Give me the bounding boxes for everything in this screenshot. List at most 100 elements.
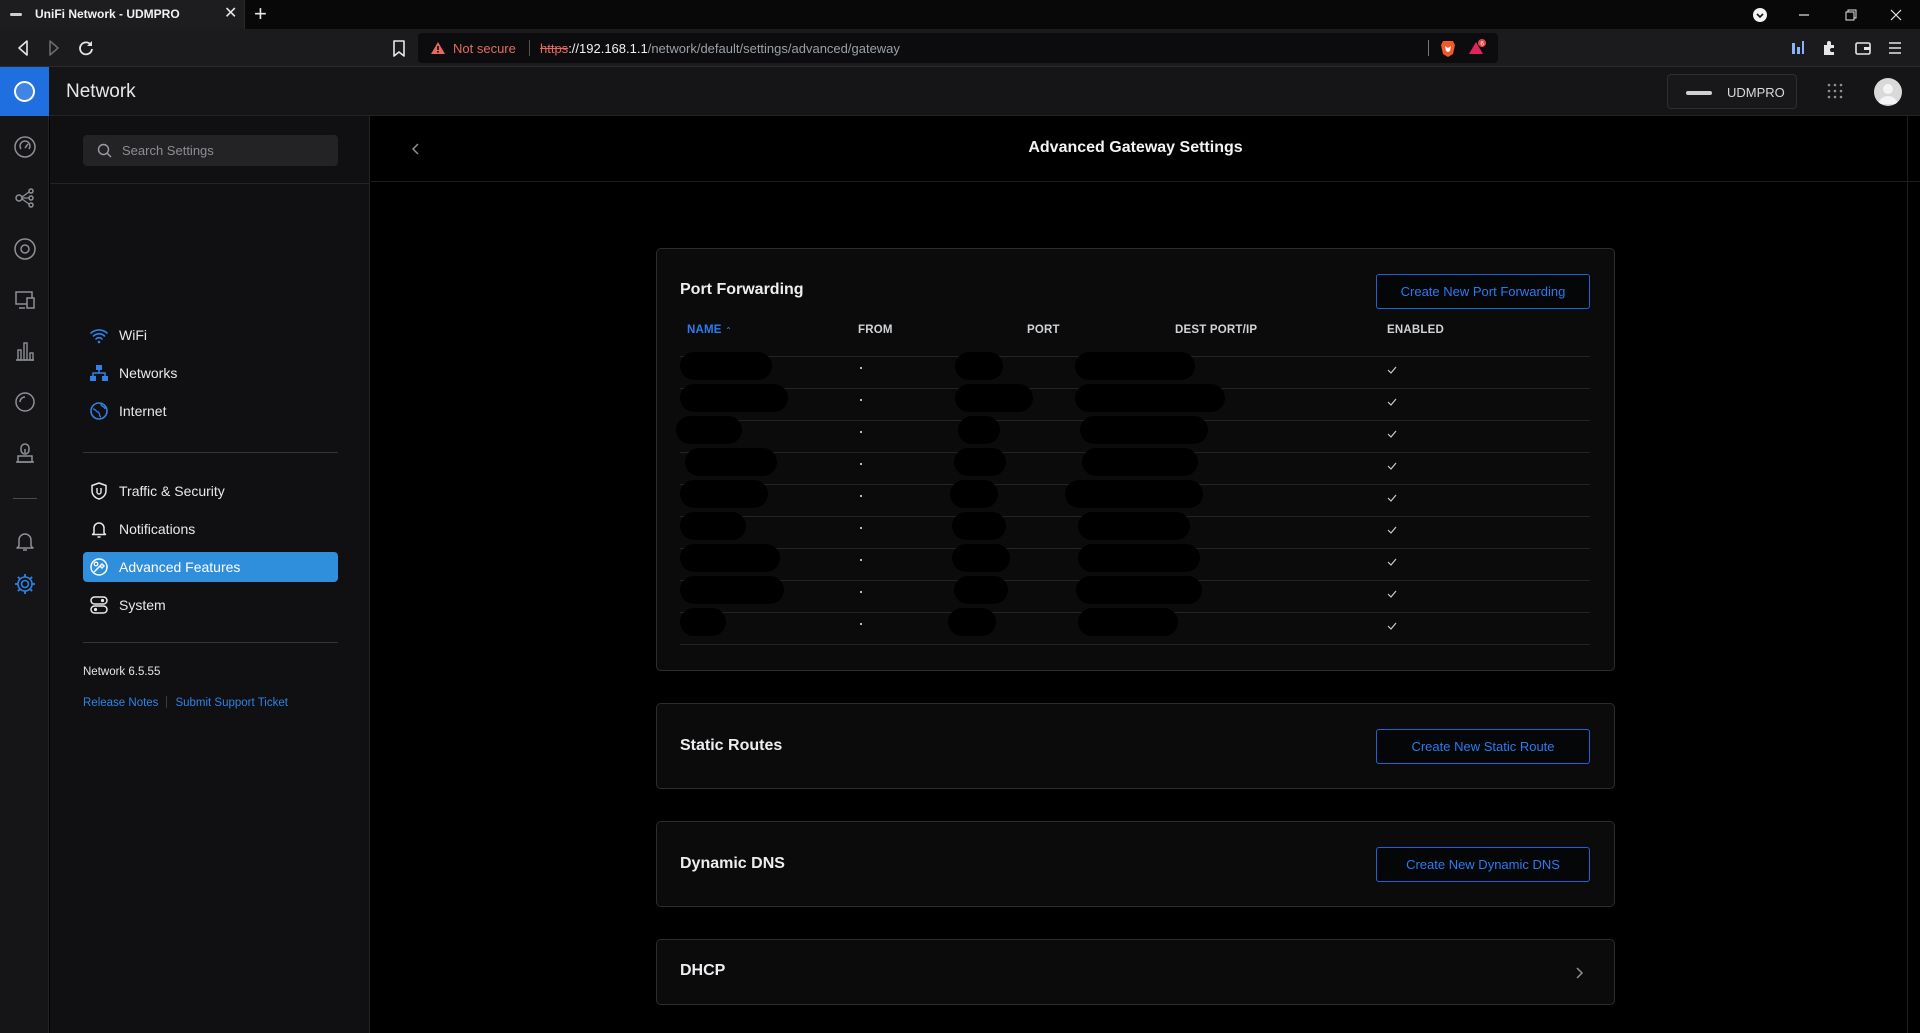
scrollbar[interactable] [1907, 116, 1908, 1033]
from-value [860, 463, 862, 465]
back-icon[interactable] [12, 37, 34, 59]
create-port-forwarding-button[interactable]: Create New Port Forwarding [1376, 274, 1590, 309]
redacted-port [954, 448, 1006, 476]
sidebar-footer-links: Release Notes Submit Support Ticket [83, 696, 288, 709]
release-notes-link[interactable]: Release Notes [83, 697, 158, 709]
warning-icon [431, 42, 445, 54]
topology-icon[interactable] [13, 186, 37, 210]
user-icon [1878, 84, 1898, 104]
alerts-icon[interactable] [13, 529, 37, 553]
redacted-port [952, 544, 1010, 572]
redacted-name [680, 576, 784, 604]
tab-close-icon[interactable]: ✕ [224, 4, 237, 24]
page-header: Advanced Gateway Settings [371, 116, 1920, 182]
enabled-check-icon [1387, 398, 1397, 406]
tab-favicon-icon [10, 13, 22, 16]
main-content: Advanced Gateway Settings Port Forwardin… [371, 116, 1920, 1033]
from-value [860, 591, 862, 593]
menu-icon[interactable] [1884, 37, 1906, 59]
create-dynamic-dns-button[interactable]: Create New Dynamic DNS [1376, 847, 1590, 882]
redacted-name [680, 480, 768, 508]
redacted-dest [1076, 576, 1202, 604]
column-enabled[interactable]: ENABLED [1387, 324, 1444, 336]
sidebar-item-label: Advanced Features [119, 559, 241, 575]
url-text[interactable]: https://192.168.1.1/network/default/sett… [540, 41, 900, 56]
network-version: Network 6.5.55 [83, 666, 161, 678]
reload-icon[interactable] [75, 37, 97, 59]
bookmark-icon[interactable] [388, 37, 410, 59]
navigation-rail [0, 116, 49, 1033]
clients-icon[interactable] [13, 288, 37, 312]
not-secure-label[interactable]: Not secure [453, 41, 516, 56]
minimize-icon[interactable] [1795, 6, 1813, 24]
sidebar-item-internet[interactable]: Internet [83, 396, 338, 426]
redacted-dest [1075, 384, 1225, 412]
enabled-check-icon [1387, 622, 1397, 630]
wifi-icon [90, 329, 108, 344]
redacted-port [955, 352, 1003, 380]
device-selector[interactable]: UDMPRO [1667, 74, 1797, 109]
column-port[interactable]: PORT [1027, 324, 1060, 336]
redacted-port [954, 576, 1008, 604]
redacted-port [958, 416, 1000, 444]
window-close-icon[interactable] [1887, 6, 1905, 24]
from-value [860, 559, 862, 561]
column-dest[interactable]: DEST PORT/IP [1175, 324, 1257, 336]
security-icon[interactable] [13, 441, 37, 465]
dhcp-card[interactable]: DHCP [656, 939, 1615, 1005]
create-static-route-button[interactable]: Create New Static Route [1376, 729, 1590, 764]
redacted-dest [1080, 416, 1208, 444]
static-routes-card: Static Routes Create New Static Route [656, 703, 1615, 789]
search-input[interactable]: Search Settings [83, 135, 338, 166]
restore-icon[interactable] [1842, 6, 1860, 24]
brave-rewards-icon[interactable]: 6 [1468, 39, 1488, 57]
redacted-dest [1075, 352, 1195, 380]
enabled-check-icon [1387, 494, 1397, 502]
statistics-icon[interactable] [13, 339, 37, 363]
address-bar[interactable]: Not secure https://192.168.1.1/network/d… [418, 33, 1498, 63]
static-routes-title: Static Routes [680, 737, 783, 754]
forward-icon[interactable] [43, 37, 65, 59]
svg-text:6: 6 [1480, 41, 1484, 48]
column-name[interactable]: NAME ⌃ [687, 324, 732, 336]
table-row[interactable] [680, 608, 1590, 644]
url-path: /network/default/settings/advanced/gatew… [647, 41, 900, 56]
search-icon [97, 143, 112, 158]
from-value [860, 367, 862, 369]
user-avatar[interactable] [1874, 78, 1902, 106]
new-tab-button[interactable]: + [254, 1, 267, 27]
wallet-stats-icon[interactable] [1787, 37, 1809, 59]
sidebar-item-advanced-features[interactable]: Advanced Features [83, 552, 338, 582]
redacted-name [680, 544, 780, 572]
table-bottom-border [680, 644, 1590, 645]
profile-menu-icon[interactable] [1751, 6, 1769, 24]
support-ticket-link[interactable]: Submit Support Ticket [175, 697, 288, 709]
dhcp-title: DHCP [680, 962, 726, 979]
sidebar-item-label: Notifications [119, 521, 196, 537]
sidebar-divider [50, 183, 370, 184]
sidebar-item-label: Traffic & Security [119, 483, 225, 499]
settings-icon[interactable] [13, 572, 37, 596]
insights-icon[interactable] [13, 390, 37, 414]
dashboard-icon[interactable] [13, 135, 37, 159]
sidebar-item-traffic-security[interactable]: Traffic & Security [83, 476, 338, 506]
redacted-name [680, 352, 772, 380]
app-grid-icon[interactable] [1826, 82, 1844, 100]
redacted-port [952, 512, 1006, 540]
dynamic-dns-title: Dynamic DNS [680, 855, 785, 872]
browser-tab[interactable]: UniFi Network - UDMPRO ✕ [0, 0, 245, 29]
extensions-icon[interactable] [1818, 37, 1840, 59]
devices-icon[interactable] [13, 237, 37, 261]
unifi-logo[interactable] [0, 67, 49, 116]
sidebar-item-system[interactable]: System [83, 590, 338, 620]
sidebar-item-label: System [119, 597, 166, 613]
sidebar-item-notifications[interactable]: Notifications [83, 514, 338, 544]
wallet-icon[interactable] [1852, 37, 1874, 59]
column-from[interactable]: FROM [858, 324, 893, 336]
redacted-port [955, 384, 1033, 412]
sidebar-item-wifi[interactable]: WiFi [83, 320, 338, 350]
from-value [860, 431, 862, 433]
shield-icon [91, 482, 107, 500]
sidebar-item-networks[interactable]: Networks [83, 358, 338, 388]
brave-shields-icon[interactable] [1440, 39, 1456, 57]
